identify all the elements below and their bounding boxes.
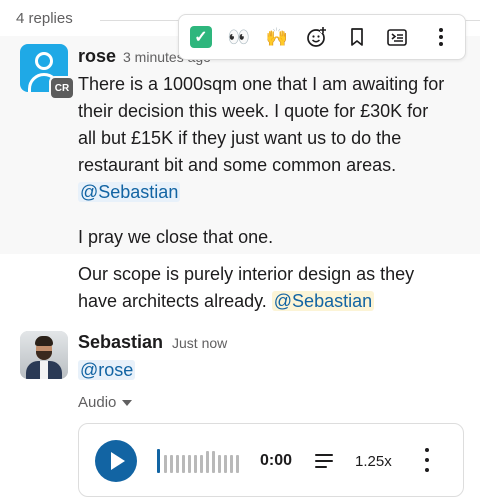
playback-speed-button[interactable]: 1.25x [355,453,392,470]
message-actions-toolbar: ✓ 👀 🙌 [178,14,466,60]
reply-in-thread-button[interactable] [381,21,413,53]
user-mention[interactable]: @Sebastian [78,182,181,202]
message-text: @rose [78,357,136,384]
user-icon [35,52,53,70]
caret-down-icon [122,400,133,406]
message-text: I pray we close that one. [78,227,274,247]
more-options-icon[interactable] [419,448,435,472]
message-text: There is a 1000sqm one that I am awaitin… [78,74,445,202]
bookmark-icon [351,28,363,46]
eyes-icon: 👀 [227,26,251,47]
raised-hands-icon: 🙌 [265,26,289,47]
play-button[interactable] [95,440,137,482]
avatar-badge: CR [49,76,75,100]
message-timestamp[interactable]: Just now [172,335,227,351]
message-author[interactable]: Sebastian [78,332,163,353]
more-actions-button[interactable] [425,21,457,53]
eyes-reaction-button[interactable]: 👀 [223,21,255,53]
audio-waveform[interactable] [157,449,241,473]
add-reaction-icon [307,27,326,47]
raised-hands-reaction-button[interactable]: 🙌 [261,21,293,53]
audio-time: 0:00 [260,452,293,469]
transcript-icon[interactable] [315,454,333,468]
check-mark-reaction-button[interactable]: ✓ [185,21,217,53]
message-author[interactable]: rose [78,46,116,67]
reply-in-thread-icon [387,29,407,46]
avatar[interactable] [20,331,68,379]
audio-player: 0:00 1.25x [78,423,464,497]
more-actions-icon [439,28,443,46]
add-reaction-button[interactable] [301,21,333,53]
user-mention[interactable]: @Sebastian [271,291,375,311]
save-for-later-button[interactable] [341,21,373,53]
attachment-label: Audio [78,394,117,411]
user-mention[interactable]: @rose [78,360,136,380]
check-mark-icon: ✓ [190,26,212,48]
replies-count[interactable]: 4 replies [16,10,73,27]
attachment-toggle[interactable]: Audio [78,394,133,411]
message-text: Our scope is purely interior design as t… [78,264,415,311]
